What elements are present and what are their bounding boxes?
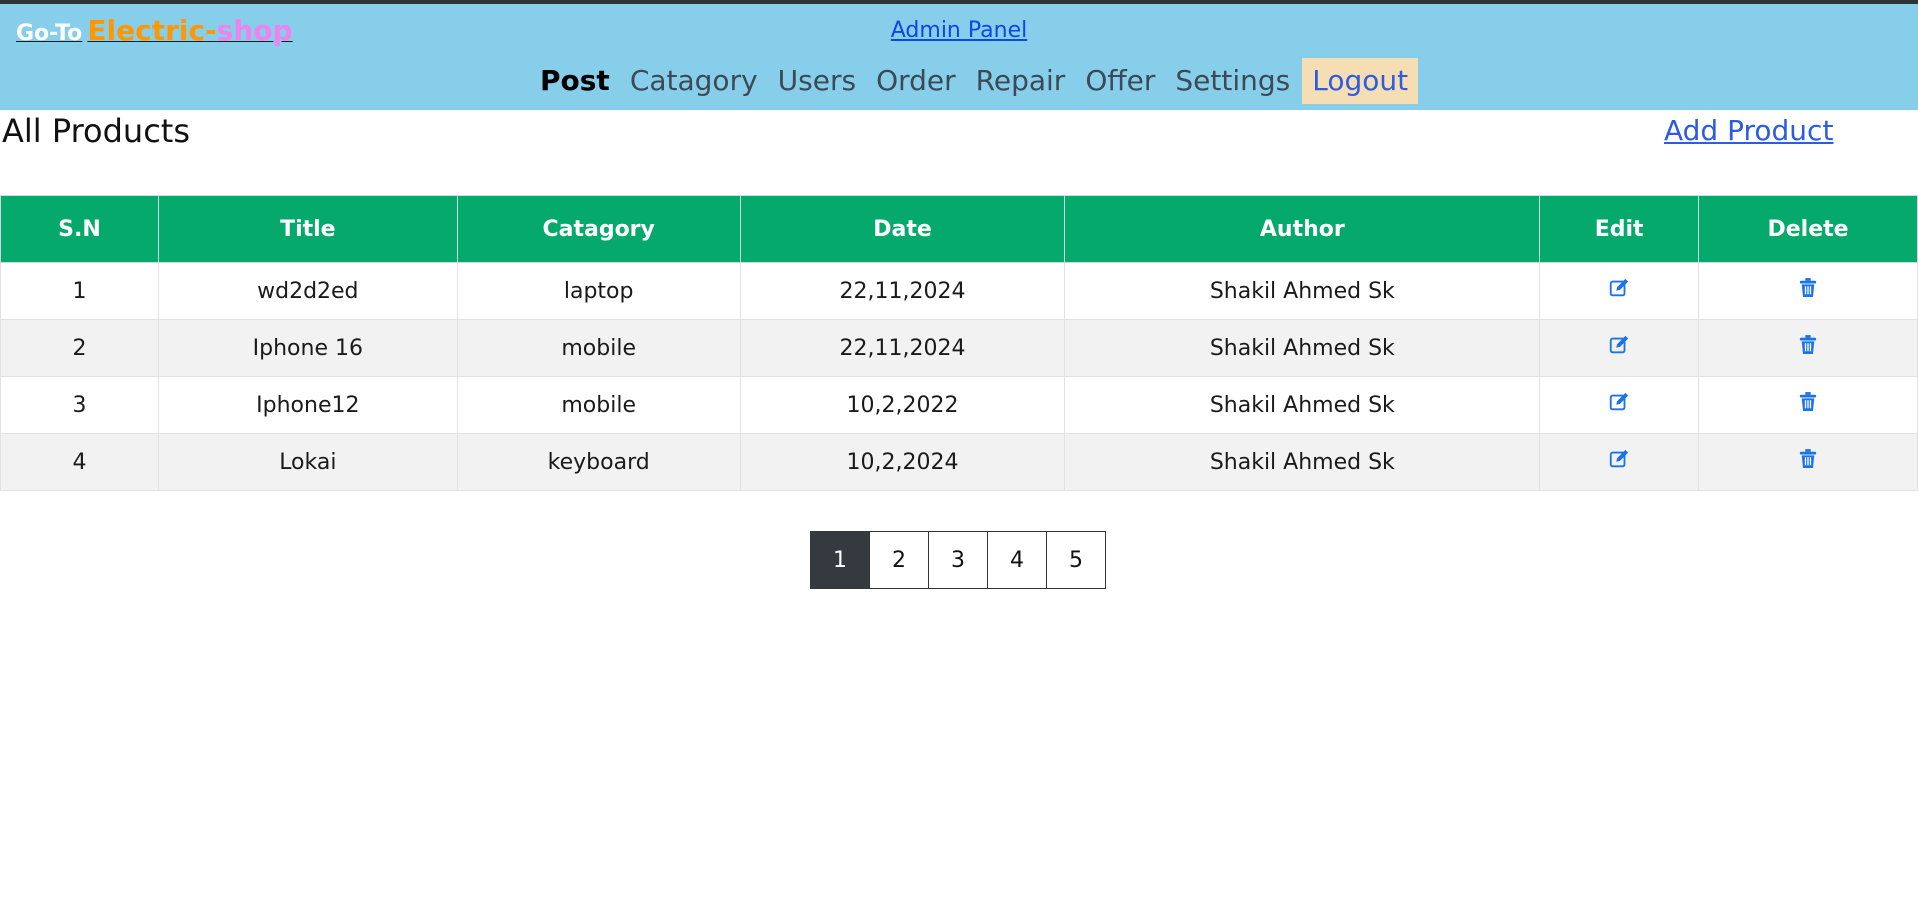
table-row: 2 Iphone 16 mobile 22,11,2024 Shakil Ahm… xyxy=(0,319,1918,377)
edit-icon[interactable] xyxy=(1608,392,1630,419)
cell-edit xyxy=(1539,262,1700,320)
cell-title: Lokai xyxy=(157,433,458,491)
cell-category: mobile xyxy=(456,319,741,377)
cell-title: Iphone12 xyxy=(157,376,458,434)
edit-icon[interactable] xyxy=(1608,278,1630,305)
column-header-delete: Delete xyxy=(1698,195,1918,263)
cell-category: laptop xyxy=(456,262,741,320)
logout-button[interactable]: Logout xyxy=(1302,58,1419,104)
header: Go-To Electric-shop Admin Panel Post Cat… xyxy=(0,4,1918,110)
cell-edit xyxy=(1539,376,1700,434)
cell-date: 10,2,2022 xyxy=(739,376,1066,434)
cell-sn: 3 xyxy=(0,376,159,434)
page-1-button[interactable]: 1 xyxy=(810,531,870,589)
nav-repair[interactable]: Repair xyxy=(966,58,1076,104)
column-header-date: Date xyxy=(739,195,1066,263)
cell-edit xyxy=(1539,319,1700,377)
column-header-edit: Edit xyxy=(1539,195,1700,263)
cell-category: keyboard xyxy=(456,433,741,491)
column-header-sn: S.N xyxy=(0,195,159,263)
cell-title: Iphone 16 xyxy=(157,319,458,377)
cell-sn: 2 xyxy=(0,319,159,377)
table-header-row: S.N Title Catagory Date Author Edit Dele… xyxy=(0,195,1918,263)
cell-author: Shakil Ahmed Sk xyxy=(1064,319,1541,377)
trash-icon[interactable] xyxy=(1799,278,1817,304)
nav-offer[interactable]: Offer xyxy=(1075,58,1165,104)
cell-title: wd2d2ed xyxy=(157,262,458,320)
page-title: All Products xyxy=(2,112,191,150)
cell-delete xyxy=(1698,262,1918,320)
cell-sn: 1 xyxy=(0,262,159,320)
cell-author: Shakil Ahmed Sk xyxy=(1064,376,1541,434)
table-row: 1 wd2d2ed laptop 22,11,2024 Shakil Ahmed… xyxy=(0,262,1918,320)
cell-edit xyxy=(1539,433,1700,491)
cell-date: 22,11,2024 xyxy=(739,262,1066,320)
trash-icon[interactable] xyxy=(1799,335,1817,361)
nav-catagory[interactable]: Catagory xyxy=(620,58,768,104)
nav-users[interactable]: Users xyxy=(768,58,866,104)
trash-icon[interactable] xyxy=(1799,392,1817,418)
cell-delete xyxy=(1698,433,1918,491)
column-header-catagory: Catagory xyxy=(456,195,741,263)
edit-icon[interactable] xyxy=(1608,449,1630,476)
cell-author: Shakil Ahmed Sk xyxy=(1064,262,1541,320)
add-product-link[interactable]: Add Product xyxy=(1664,114,1833,147)
cell-delete xyxy=(1698,376,1918,434)
trash-icon[interactable] xyxy=(1799,449,1817,475)
cell-delete xyxy=(1698,319,1918,377)
nav-order[interactable]: Order xyxy=(866,58,966,104)
cell-date: 22,11,2024 xyxy=(739,319,1066,377)
cell-sn: 4 xyxy=(0,433,159,491)
cell-category: mobile xyxy=(456,376,741,434)
cell-date: 10,2,2024 xyxy=(739,433,1066,491)
nav-settings[interactable]: Settings xyxy=(1165,58,1300,104)
pagination: 1 2 3 4 5 xyxy=(810,531,1106,589)
main-nav: Post Catagory Users Order Repair Offer S… xyxy=(530,58,1419,104)
nav-post[interactable]: Post xyxy=(530,58,620,104)
admin-panel-link[interactable]: Admin Panel xyxy=(891,18,1027,43)
page-5-button[interactable]: 5 xyxy=(1046,531,1106,589)
page-2-button[interactable]: 2 xyxy=(869,531,929,589)
edit-icon[interactable] xyxy=(1608,335,1630,362)
table-row: 4 Lokai keyboard 10,2,2024 Shakil Ahmed … xyxy=(0,433,1918,491)
products-table: S.N Title Catagory Date Author Edit Dele… xyxy=(0,195,1918,491)
column-header-title: Title xyxy=(157,195,458,263)
column-header-author: Author xyxy=(1064,195,1541,263)
page-3-button[interactable]: 3 xyxy=(928,531,988,589)
cell-author: Shakil Ahmed Sk xyxy=(1064,433,1541,491)
admin-panel-container: Admin Panel xyxy=(0,18,1918,43)
table-row: 3 Iphone12 mobile 10,2,2022 Shakil Ahmed… xyxy=(0,376,1918,434)
page-4-button[interactable]: 4 xyxy=(987,531,1047,589)
